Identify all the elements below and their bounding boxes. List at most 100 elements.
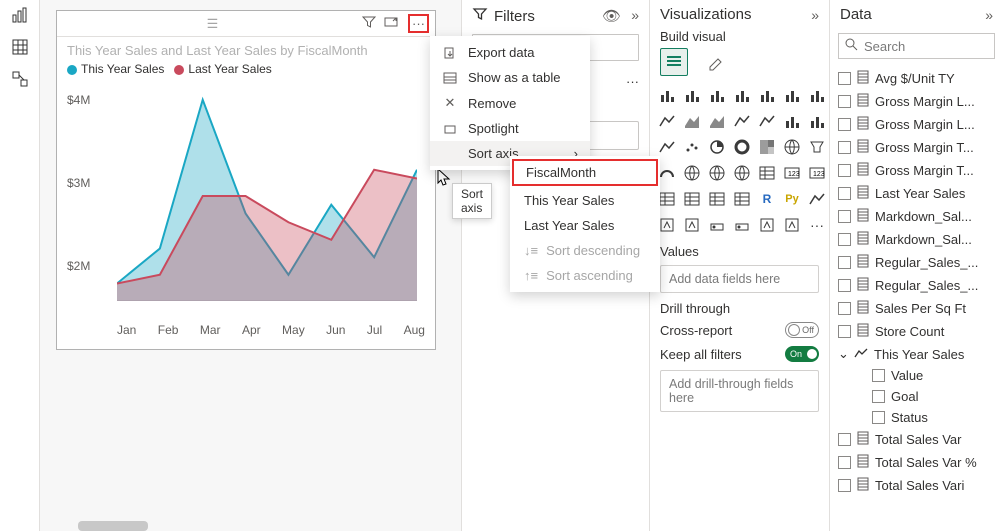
submenu-fiscalmonth[interactable]: FiscalMonth [512, 159, 658, 186]
field-checkbox[interactable] [838, 72, 851, 85]
field-row[interactable]: Status [838, 407, 999, 428]
field-row[interactable]: Store Count [838, 320, 999, 343]
viz-type-donut[interactable] [731, 136, 753, 158]
viz-type-stacked-area[interactable] [706, 110, 728, 132]
viz-type-100-bar[interactable] [756, 84, 778, 106]
viz-type-qa[interactable] [681, 214, 703, 236]
viz-type-line-col-2[interactable] [756, 110, 778, 132]
data-search-input[interactable]: Search [838, 33, 995, 59]
field-row[interactable]: Gross Margin T... [838, 159, 999, 182]
field-group[interactable]: ⌄This Year Sales [838, 343, 999, 365]
field-checkbox[interactable] [838, 210, 851, 223]
viz-type-shape-map[interactable] [731, 162, 753, 184]
cross-report-toggle[interactable]: Off [785, 322, 819, 338]
field-checkbox[interactable] [872, 390, 885, 403]
drag-handle-icon[interactable]: ☰ [207, 16, 219, 32]
field-checkbox[interactable] [838, 164, 851, 177]
viz-type-clustered-column[interactable] [731, 84, 753, 106]
field-row[interactable]: Gross Margin L... [838, 113, 999, 136]
field-checkbox[interactable] [838, 95, 851, 108]
field-checkbox[interactable] [838, 279, 851, 292]
field-checkbox[interactable] [838, 118, 851, 131]
field-checkbox[interactable] [838, 479, 851, 492]
viz-type-funnel-chart[interactable] [806, 110, 828, 132]
field-checkbox[interactable] [838, 187, 851, 200]
menu-export-data[interactable]: Export data [430, 40, 590, 65]
field-checkbox[interactable] [838, 233, 851, 246]
field-row[interactable]: Avg $/Unit TY [838, 67, 999, 90]
viz-type-ribbon[interactable] [806, 84, 828, 106]
horizontal-scrollbar[interactable] [78, 521, 148, 531]
viz-type-treemap[interactable] [756, 136, 778, 158]
build-visual-tab[interactable] [660, 48, 688, 76]
submenu-this-year-sales[interactable]: This Year Sales [510, 188, 660, 213]
viz-type-line-col[interactable] [731, 110, 753, 132]
field-checkbox[interactable] [838, 433, 851, 446]
viz-type-filled-map[interactable] [806, 136, 828, 158]
viz-type-matrix-2[interactable] [706, 188, 728, 210]
more-options-button[interactable]: ··· [408, 14, 429, 33]
field-checkbox[interactable] [838, 456, 851, 469]
visibility-icon[interactable]: 👁 [602, 7, 621, 25]
viz-type-stacked-bar[interactable] [656, 84, 678, 106]
field-row[interactable]: Regular_Sales_... [838, 251, 999, 274]
field-checkbox[interactable] [838, 302, 851, 315]
viz-type-multi-card[interactable]: 123 [806, 162, 828, 184]
viz-type-slicer[interactable] [731, 188, 753, 210]
field-checkbox[interactable] [838, 256, 851, 269]
field-row[interactable]: Sales Per Sq Ft [838, 297, 999, 320]
viz-type-table[interactable] [756, 162, 778, 184]
viz-type-smart-narrative[interactable] [706, 214, 728, 236]
viz-type-scatter[interactable] [656, 136, 678, 158]
filter-icon[interactable] [362, 15, 376, 32]
field-checkbox[interactable] [838, 141, 851, 154]
field-checkbox[interactable] [872, 369, 885, 382]
viz-type-table-2[interactable] [681, 188, 703, 210]
viz-type-pie[interactable] [706, 136, 728, 158]
model-view-icon[interactable] [11, 70, 29, 88]
more-icon[interactable]: ··· [626, 74, 639, 89]
viz-type-clustered-bar[interactable] [681, 84, 703, 106]
viz-type-more-visuals[interactable]: ··· [806, 214, 828, 236]
viz-type-area[interactable] [681, 110, 703, 132]
field-row[interactable]: Last Year Sales [838, 182, 999, 205]
field-row[interactable]: Value [838, 365, 999, 386]
submenu-sort-descending[interactable]: ↓≡Sort descending [510, 238, 660, 263]
field-checkbox[interactable] [838, 325, 851, 338]
field-row[interactable]: Total Sales Vari [838, 474, 999, 497]
focus-mode-icon[interactable] [384, 15, 398, 32]
field-row[interactable]: Goal [838, 386, 999, 407]
table-view-icon[interactable] [11, 38, 29, 56]
field-row[interactable]: Markdown_Sal... [838, 228, 999, 251]
viz-type-r-visual[interactable]: R [756, 188, 778, 210]
menu-spotlight[interactable]: Spotlight [430, 116, 590, 141]
field-row[interactable]: Total Sales Var [838, 428, 999, 451]
keep-filters-toggle[interactable]: On [785, 346, 819, 362]
collapse-data-icon[interactable]: » [985, 7, 993, 23]
collapse-viz-icon[interactable]: » [811, 7, 819, 23]
viz-type-card[interactable]: 123 [781, 162, 803, 184]
report-view-icon[interactable] [11, 6, 29, 24]
field-row[interactable]: Total Sales Var % [838, 451, 999, 474]
viz-type-power-apps[interactable] [756, 214, 778, 236]
field-row[interactable]: Regular_Sales_... [838, 274, 999, 297]
submenu-last-year-sales[interactable]: Last Year Sales [510, 213, 660, 238]
format-visual-tab[interactable] [702, 48, 730, 76]
viz-type-azure-map[interactable] [681, 162, 703, 184]
viz-type-python-visual[interactable]: Py [781, 188, 803, 210]
viz-type-stacked-column[interactable] [706, 84, 728, 106]
viz-type-line[interactable] [656, 110, 678, 132]
field-checkbox[interactable] [872, 411, 885, 424]
viz-type-paginated[interactable] [731, 214, 753, 236]
viz-type-waterfall[interactable] [781, 110, 803, 132]
values-dropzone[interactable]: Add data fields here [660, 265, 819, 293]
drill-dropzone[interactable]: Add drill-through fields here [660, 370, 819, 412]
viz-type-scatter-2[interactable] [681, 136, 703, 158]
viz-type-arcgis[interactable] [706, 162, 728, 184]
viz-type-key-influencers[interactable] [806, 188, 828, 210]
submenu-sort-ascending[interactable]: ↑≡Sort ascending [510, 263, 660, 288]
field-row[interactable]: Markdown_Sal... [838, 205, 999, 228]
menu-remove[interactable]: ✕Remove [430, 90, 590, 116]
viz-type-map[interactable] [781, 136, 803, 158]
menu-show-as-table[interactable]: Show as a table [430, 65, 590, 90]
